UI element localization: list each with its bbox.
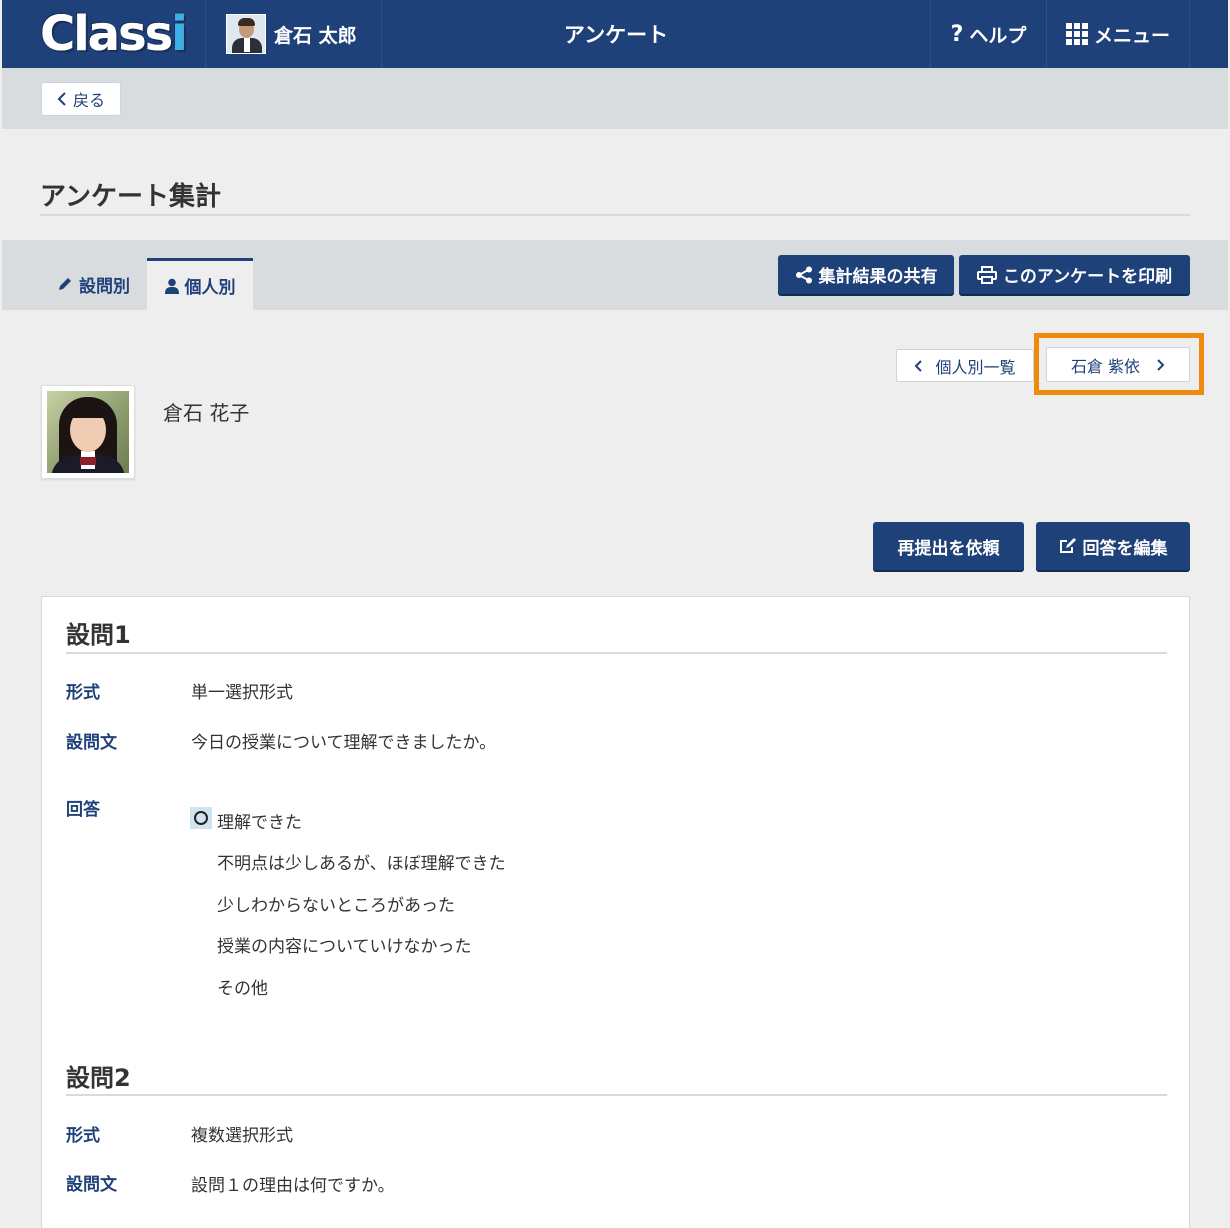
grid-menu-icon bbox=[1065, 23, 1088, 45]
title-divider bbox=[40, 214, 1190, 216]
question-text-label: 設問文 bbox=[66, 1175, 117, 1195]
chevron-right-icon bbox=[1157, 358, 1165, 371]
current-user[interactable]: 倉石 太郎 bbox=[206, 0, 382, 68]
question-mark-icon: ? bbox=[950, 21, 964, 47]
student-name: 倉石 花子 bbox=[163, 401, 250, 425]
format-value: 単一選択形式 bbox=[191, 683, 293, 703]
next-student-label: 石倉 紫依 bbox=[1070, 356, 1141, 376]
header-title: アンケート bbox=[382, 0, 930, 68]
question-title: 設問1 bbox=[66, 621, 131, 649]
answer-option: 不明点は少しあるが、ほぼ理解できた bbox=[217, 854, 506, 874]
request-resubmit-label: 再提出を依頼 bbox=[897, 538, 1000, 559]
format-value: 複数選択形式 bbox=[191, 1126, 293, 1146]
next-student-button[interactable]: 石倉 紫依 bbox=[1046, 347, 1190, 382]
question-text-value: 設問１の理由は何ですか。 bbox=[191, 1176, 395, 1196]
question-divider bbox=[66, 652, 1167, 654]
individual-list-label: 個人別一覧 bbox=[935, 357, 1016, 377]
page-title: アンケート集計 bbox=[40, 182, 221, 212]
print-survey-button[interactable]: このアンケートを印刷 bbox=[959, 255, 1190, 294]
share-results-label: 集計結果の共有 bbox=[818, 267, 938, 287]
user-avatar bbox=[226, 14, 266, 54]
format-label: 形式 bbox=[66, 683, 100, 703]
tab-by-question-label: 設問別 bbox=[79, 276, 130, 297]
help-button[interactable]: ? ヘルプ bbox=[930, 0, 1046, 68]
selected-circle-icon bbox=[190, 807, 212, 829]
student-photo bbox=[41, 385, 135, 479]
question-text-value: 今日の授業について理解できましたか。 bbox=[191, 733, 497, 753]
share-icon bbox=[795, 266, 812, 283]
menu-label: メニュー bbox=[1093, 24, 1170, 47]
share-results-button[interactable]: 集計結果の共有 bbox=[778, 255, 954, 294]
tab-by-question[interactable]: 設問別 bbox=[57, 258, 130, 310]
back-label: 戻る bbox=[72, 91, 105, 110]
classi-logo[interactable]: Classi bbox=[2, 0, 206, 68]
chevron-left-icon bbox=[915, 359, 923, 372]
question-divider bbox=[66, 1094, 1167, 1096]
request-resubmit-button[interactable]: 再提出を依頼 bbox=[873, 522, 1024, 570]
edit-icon bbox=[1059, 538, 1076, 553]
answer-option: 授業の内容についていけなかった bbox=[217, 937, 472, 957]
chevron-left-icon bbox=[57, 92, 66, 106]
question-text-label: 設問文 bbox=[66, 733, 117, 753]
answer-panel: 設問1 形式 単一選択形式 設問文 今日の授業について理解できましたか。 回答 … bbox=[41, 596, 1190, 1228]
format-label: 形式 bbox=[66, 1126, 100, 1146]
print-survey-label: このアンケートを印刷 bbox=[1002, 267, 1173, 287]
user-name: 倉石 太郎 bbox=[274, 24, 357, 47]
tab-by-individual-label: 個人別 bbox=[184, 278, 236, 298]
question-title: 設問2 bbox=[66, 1064, 131, 1092]
edit-answer-label: 回答を編集 bbox=[1082, 538, 1168, 559]
individual-list-button[interactable]: 個人別一覧 bbox=[896, 349, 1034, 382]
back-button[interactable]: 戻る bbox=[41, 82, 121, 116]
menu-button[interactable]: メニュー bbox=[1046, 0, 1190, 68]
tab-bar: 設問別 個人別 集計結果の共有 このアンケートを印刷 bbox=[2, 240, 1228, 310]
edit-answer-button[interactable]: 回答を編集 bbox=[1036, 522, 1190, 570]
printer-icon bbox=[976, 265, 997, 284]
answer-label: 回答 bbox=[66, 800, 100, 820]
tab-by-individual[interactable]: 個人別 bbox=[147, 258, 253, 310]
answer-option: 理解できた bbox=[217, 813, 302, 833]
user-icon bbox=[164, 278, 179, 294]
answer-option: その他 bbox=[217, 979, 268, 999]
top-header: Classi 倉石 太郎 アンケート ? ヘルプ メニュー bbox=[2, 0, 1228, 68]
back-bar: 戻る bbox=[2, 68, 1228, 129]
help-label: ヘルプ bbox=[969, 24, 1027, 47]
answer-option: 少しわからないところがあった bbox=[217, 896, 455, 916]
pencil-icon bbox=[59, 278, 71, 290]
header-title-text: アンケート bbox=[563, 23, 669, 47]
logo-text: Classi bbox=[40, 6, 188, 62]
